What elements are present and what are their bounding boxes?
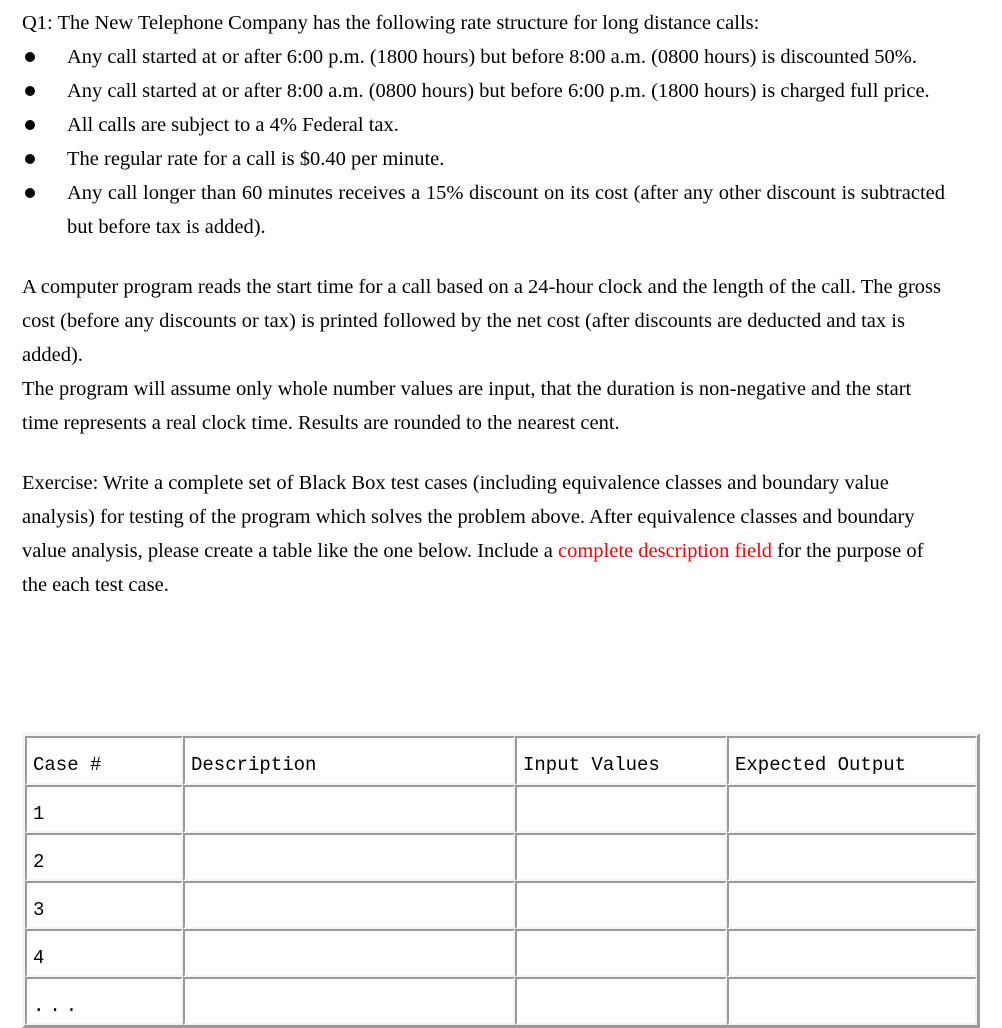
table-header-cell-case-number: Case # [25, 736, 183, 785]
exercise-spacer [22, 440, 945, 466]
table-row: ... [25, 977, 977, 1025]
rate-structure-bullet-list: Any call started at or after 6:00 p.m. (… [22, 40, 945, 244]
table-cell-input-values[interactable] [515, 929, 727, 977]
list-item: Any call started at or after 8:00 a.m. (… [22, 74, 945, 108]
table-cell-case-number: 1 [25, 785, 183, 833]
table-cell-input-values[interactable] [515, 881, 727, 929]
table-row: 4 [25, 929, 977, 977]
document-body: Q1: The New Telephone Company has the fo… [22, 6, 945, 602]
table-cell-expected-output[interactable] [727, 929, 977, 977]
table-cell-expected-output[interactable] [727, 977, 977, 1025]
table-header-cell-expected-output: Expected Output [727, 736, 977, 785]
table-header-cell-description: Description [183, 736, 515, 785]
list-item: Any call longer than 60 minutes receives… [22, 176, 945, 244]
bullet-text: Any call started at or after 8:00 a.m. (… [67, 80, 930, 102]
bullet-icon [25, 108, 39, 142]
table-cell-case-number: ... [25, 977, 183, 1025]
table-cell-input-values[interactable] [515, 977, 727, 1025]
table-row: 2 [25, 833, 977, 881]
table-cell-case-number: 3 [25, 881, 183, 929]
table-cell-case-number: 4 [25, 929, 183, 977]
bullet-text: All calls are subject to a 4% Federal ta… [67, 114, 399, 136]
bullet-icon [25, 74, 39, 108]
table-header-row: Case # Description Input Values Expected… [25, 736, 977, 785]
table-header-cell-input-values: Input Values [515, 736, 727, 785]
test-case-table: Case # Description Input Values Expected… [22, 733, 980, 1028]
bullet-icon [25, 142, 39, 176]
table-row: 3 [25, 881, 977, 929]
list-item: All calls are subject to a 4% Federal ta… [22, 108, 945, 142]
bullet-icon [25, 176, 39, 210]
program-description-paragraph: A computer program reads the start time … [22, 276, 941, 366]
list-item: The regular rate for a call is $0.40 per… [22, 142, 945, 176]
table-cell-description[interactable] [183, 785, 515, 833]
table-cell-description[interactable] [183, 977, 515, 1025]
table-cell-expected-output[interactable] [727, 881, 977, 929]
table-cell-input-values[interactable] [515, 785, 727, 833]
test-case-table-wrapper: Case # Description Input Values Expected… [22, 733, 980, 1028]
question-intro: Q1: The New Telephone Company has the fo… [22, 12, 760, 34]
table-cell-case-number: 2 [25, 833, 183, 881]
table-cell-description[interactable] [183, 833, 515, 881]
bullet-text: Any call started at or after 6:00 p.m. (… [67, 46, 917, 68]
bullet-icon [25, 40, 39, 74]
exercise-paragraph: Exercise: Write a complete set of Black … [22, 466, 945, 602]
table-row: 1 [25, 785, 977, 833]
document-page: Q1: The New Telephone Company has the fo… [0, 0, 1002, 1028]
table-cell-description[interactable] [183, 881, 515, 929]
bullet-text: The regular rate for a call is $0.40 per… [67, 148, 445, 170]
table-cell-description[interactable] [183, 929, 515, 977]
table-cell-expected-output[interactable] [727, 785, 977, 833]
table-cell-expected-output[interactable] [727, 833, 977, 881]
program-assumptions-paragraph: The program will assume only whole numbe… [22, 378, 912, 434]
list-item: Any call started at or after 6:00 p.m. (… [22, 40, 945, 74]
bullet-text: Any call longer than 60 minutes receives… [67, 182, 945, 238]
exercise-highlight-text: complete description field [557, 540, 773, 562]
table-cell-input-values[interactable] [515, 833, 727, 881]
